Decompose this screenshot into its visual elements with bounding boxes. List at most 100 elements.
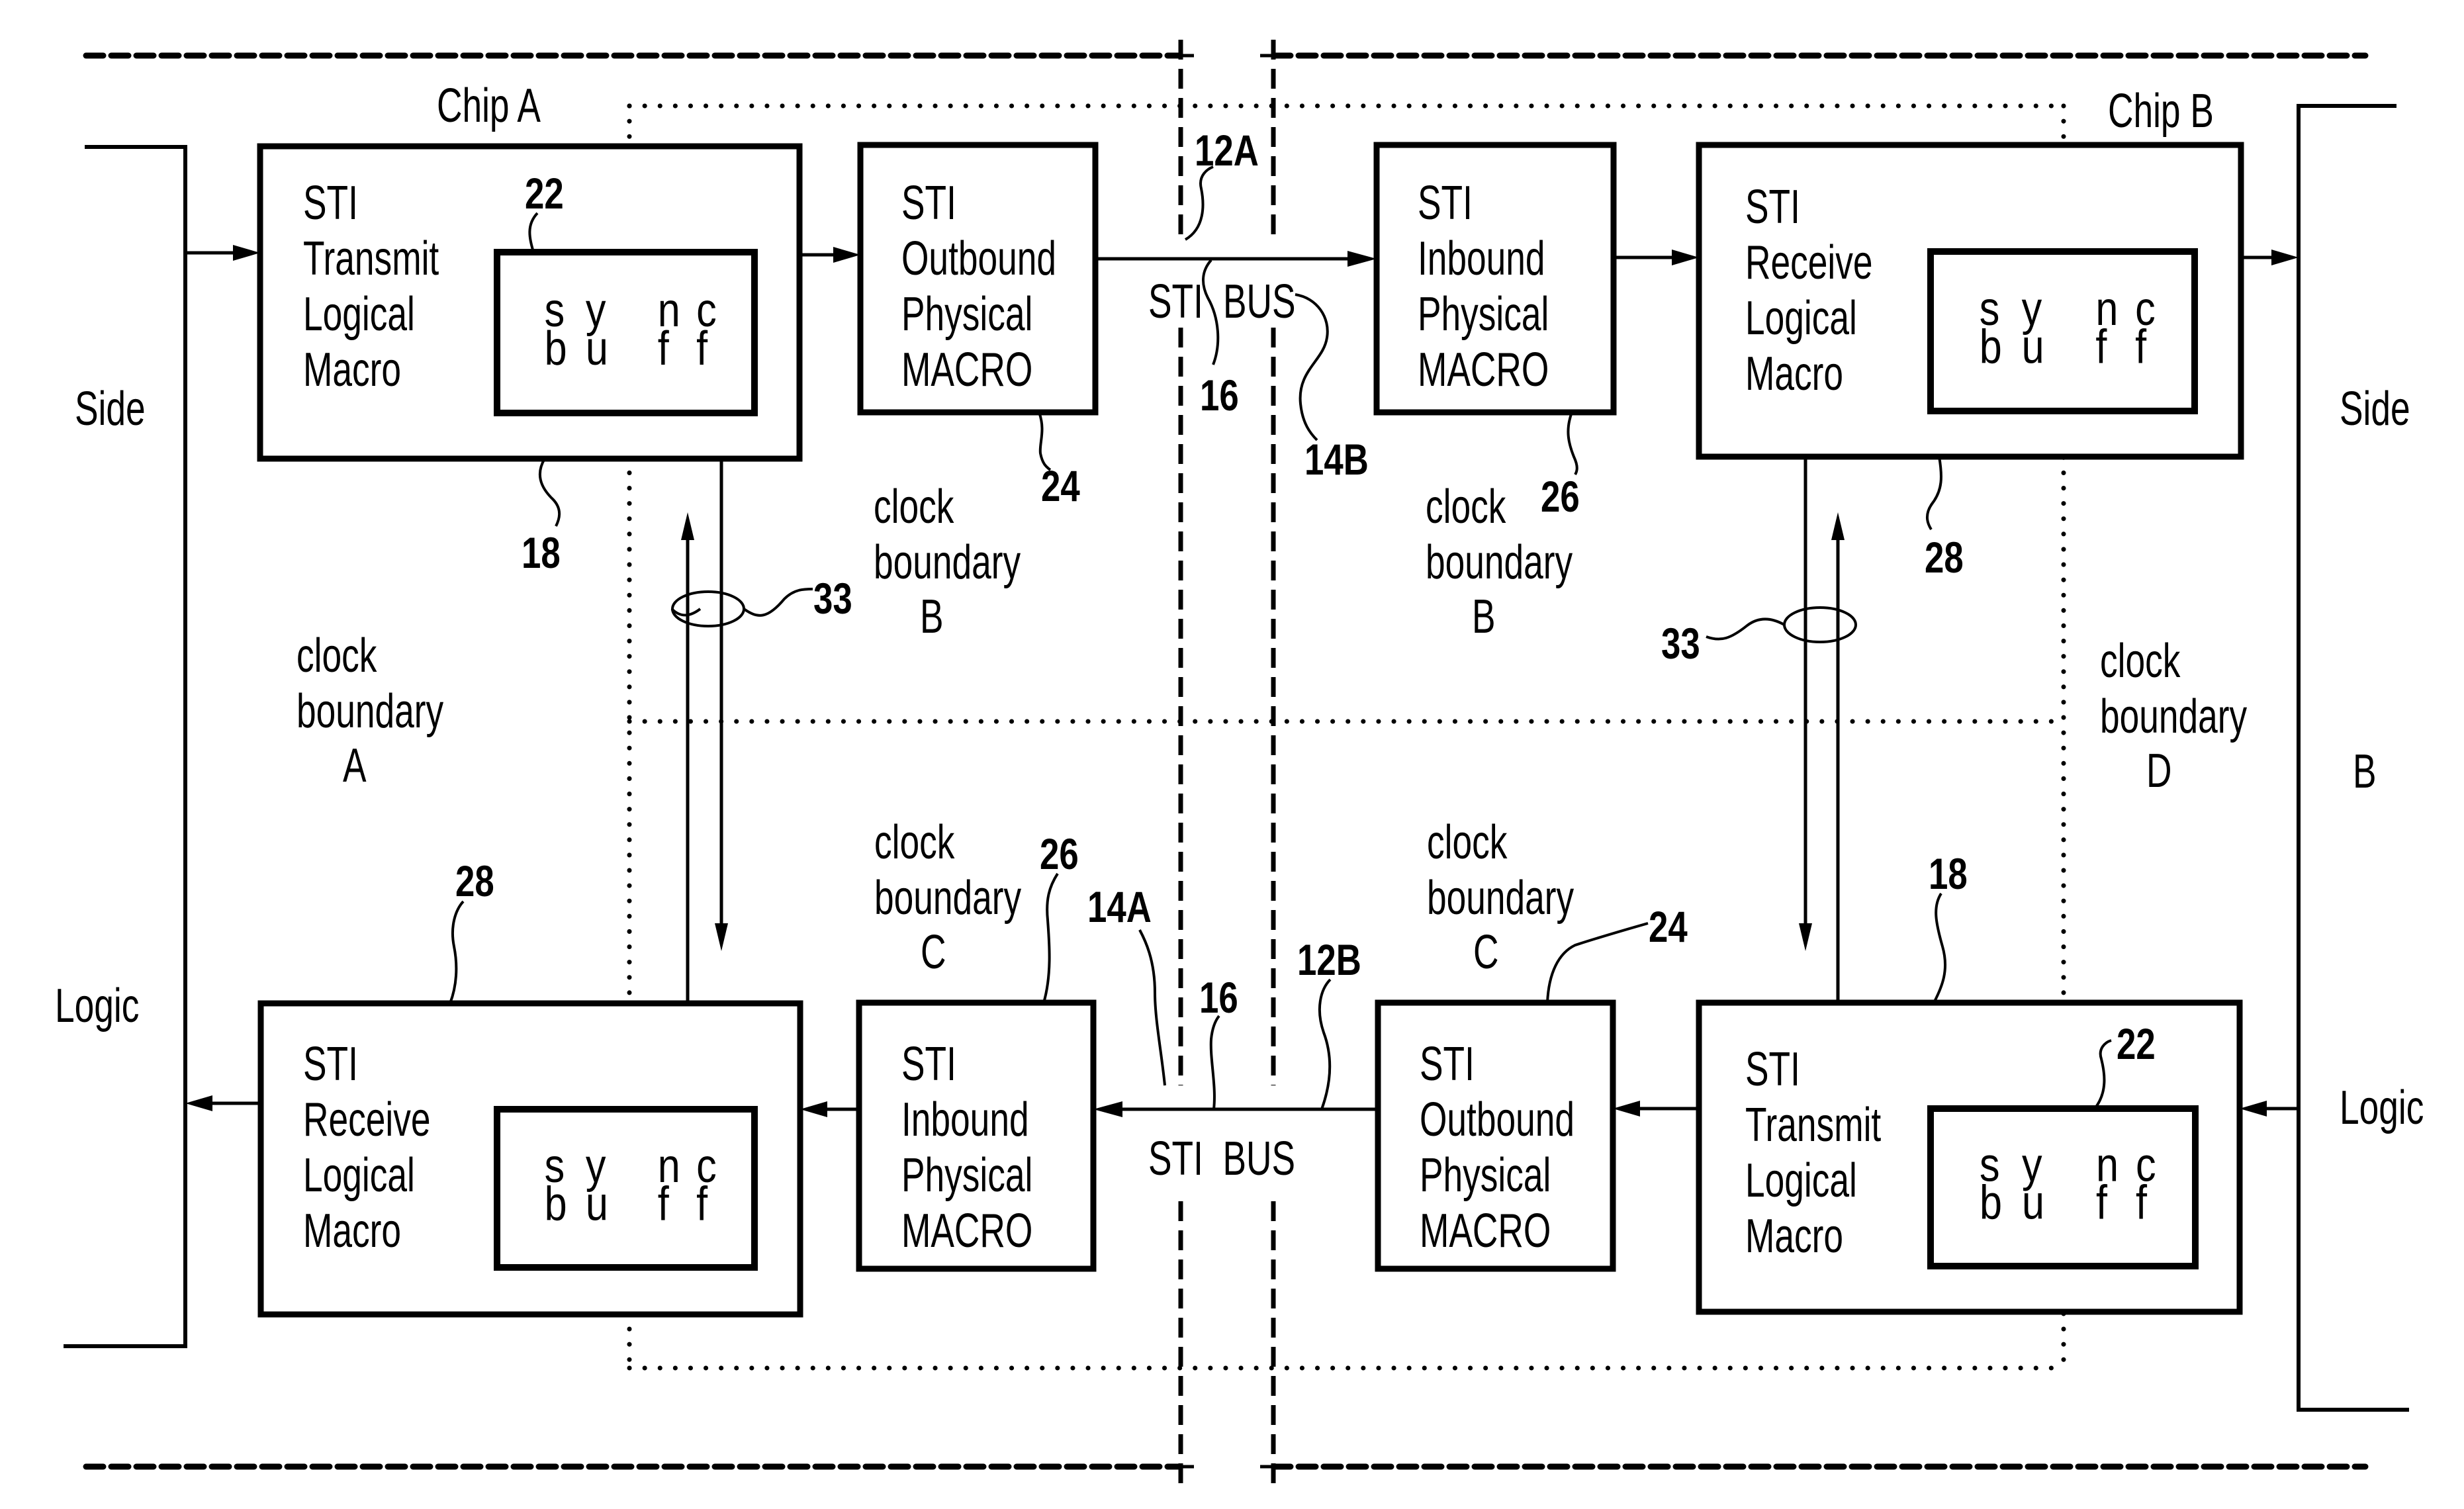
arrowhead-down: [1799, 923, 1812, 951]
sync-buffer-letter: f: [658, 1178, 669, 1231]
sti-bus-top-label-bus: BUS: [1223, 275, 1296, 328]
arrowhead-right: [1347, 251, 1377, 267]
logic-label-a: Logic: [55, 980, 139, 1032]
leader-33-b: [1706, 617, 1785, 641]
clock-boundary-b-left-label: clockboundaryB: [874, 480, 1021, 643]
boundary-id-label: B: [1472, 590, 1496, 643]
block-label-line: Logical: [1745, 1154, 1857, 1207]
leader-14a: [1138, 929, 1166, 1086]
leader-18-b: [1933, 892, 1947, 1003]
block-label-line: Physical: [901, 1149, 1032, 1202]
ref-26-top: 26: [1541, 472, 1580, 521]
clock-label: clock: [297, 629, 377, 682]
block-label-line: STI: [901, 177, 956, 230]
block-label-line: Macro: [1745, 347, 1843, 400]
clock-boundary-c-left-label: clockboundaryC: [874, 816, 1021, 979]
ref-14a: 14A: [1087, 882, 1152, 931]
arrowhead-down: [715, 923, 728, 951]
leader-24-bottom: [1546, 922, 1649, 1003]
block-label-line: STI: [1420, 1038, 1475, 1091]
sync-buffer-letter: u: [586, 1178, 608, 1231]
block-label-line: STI: [901, 1038, 956, 1091]
leader-28-top: [1925, 456, 1942, 531]
arrowhead-left: [185, 1095, 212, 1111]
arrowhead-right: [1672, 250, 1699, 265]
sti-bus-diagram: Chip A Chip B Side Logic Side B Logic ST…: [55, 40, 2424, 1486]
boundary-id-label: D: [2146, 745, 2171, 798]
clock-label: clock: [874, 480, 954, 533]
leader-12a: [1184, 165, 1214, 241]
boundary-id-label: B: [920, 590, 944, 643]
boundary-label: boundary: [874, 872, 1021, 925]
ref-14b: 14B: [1304, 435, 1369, 484]
boundary-label: boundary: [874, 536, 1021, 589]
clock-label: clock: [1427, 816, 1508, 869]
sync-buffer-letter: f: [658, 323, 669, 376]
clock-boundary-d-label: clockboundaryD: [2100, 635, 2247, 798]
ref-24-a: 24: [1041, 461, 1080, 510]
sync-buffer-letter: b: [1980, 1177, 2002, 1230]
side-label-b: Side: [2340, 383, 2410, 435]
block-label-line: Outbound: [901, 232, 1056, 285]
block-label-line: Macro: [1745, 1210, 1843, 1263]
block-label-line: STI: [1745, 181, 1800, 234]
boundary-label: boundary: [1426, 536, 1573, 589]
block-label-line: Logical: [303, 288, 415, 341]
block-label-line: Receive: [303, 1093, 430, 1146]
ref-33-b: 33: [1661, 619, 1700, 668]
sync-buffer-letter: f: [2135, 321, 2146, 374]
chip-a-label: Chip A: [437, 79, 541, 132]
arrowhead-up: [1831, 512, 1845, 540]
left-bracket: [64, 145, 187, 1348]
block-label-line: Inbound: [901, 1093, 1029, 1146]
block-label-line: Macro: [303, 343, 401, 396]
leader-16-bottom: [1209, 1015, 1220, 1110]
chip-b-label: Chip B: [2108, 85, 2214, 138]
leader-26-bottom: [1042, 872, 1059, 1003]
sti-bus-bottom-label: STI BUS: [1148, 1132, 1295, 1185]
clock-label: clock: [1426, 480, 1506, 533]
block-label-line: MACRO: [1418, 343, 1549, 396]
side-logic-a-bracket: [64, 145, 187, 1348]
block-label-line: Outbound: [1420, 1093, 1574, 1146]
ref-26-bottom: 26: [1040, 829, 1079, 878]
bundle-ellipse-a: [671, 590, 745, 627]
ref-18-a: 18: [522, 528, 561, 577]
block-label-line: Inbound: [1418, 232, 1545, 285]
sync-buffer-letter: b: [1980, 321, 2002, 374]
ref-22-a: 22: [525, 169, 564, 218]
block-label-line: STI: [1418, 177, 1473, 230]
boundary-id-label: C: [921, 926, 946, 979]
boundary-id-label: C: [1473, 926, 1498, 979]
sync-buffer-letter: u: [2022, 1177, 2044, 1230]
block-label-line: Transmit: [1745, 1099, 1882, 1152]
ref-16-bottom: 16: [1199, 973, 1238, 1022]
block-label-line: Physical: [901, 288, 1032, 341]
sync-buffer-letter: u: [2022, 321, 2044, 374]
boundary-label: boundary: [297, 685, 443, 738]
sync-buffer-letter: b: [545, 323, 567, 376]
leader-28-a: [449, 900, 465, 1004]
ref-28-a: 28: [455, 856, 494, 905]
arrowhead-right: [2271, 250, 2299, 265]
clock-label: clock: [874, 816, 955, 869]
leader-14b: [1295, 293, 1329, 441]
block-label-line: Receive: [1745, 236, 1872, 289]
block-label-line: STI: [1745, 1043, 1800, 1096]
sync-buffer-letter: f: [2136, 1177, 2147, 1230]
sync-buffer-letter: b: [545, 1178, 567, 1231]
ref-28-top: 28: [1925, 533, 1964, 582]
sync-buffer-letter: f: [696, 1178, 707, 1231]
side-label-a: Side: [75, 383, 146, 435]
chip-edge-lines: [1178, 40, 1276, 1486]
leader-26-top: [1567, 412, 1578, 476]
block-label-line: Physical: [1420, 1149, 1551, 1202]
boundary-id-label: A: [343, 739, 367, 792]
boundary-label: boundary: [2100, 690, 2247, 743]
ref-33-a: 33: [813, 574, 852, 623]
block-label-line: MACRO: [901, 343, 1032, 396]
arrowhead-left: [2240, 1101, 2267, 1117]
clock-boundary-c-right-label: clockboundaryC: [1427, 816, 1574, 979]
leader-12b: [1318, 978, 1332, 1110]
sync-buffer-letter: u: [586, 323, 608, 376]
